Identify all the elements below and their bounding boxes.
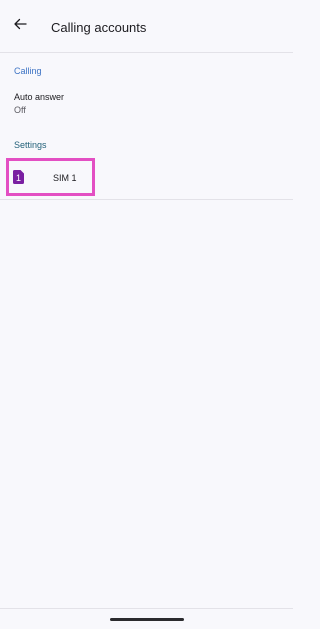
- navigation-bar: [0, 608, 293, 629]
- auto-answer-title: Auto answer: [14, 92, 65, 102]
- auto-answer-preference[interactable]: Auto answer Off: [0, 88, 293, 118]
- sim-card-icon: 1: [13, 170, 24, 184]
- auto-answer-summary: Off: [14, 105, 26, 115]
- section-header-calling: Calling: [14, 66, 42, 76]
- page-title: Calling accounts: [51, 20, 147, 35]
- back-button[interactable]: [8, 12, 32, 36]
- sim-label: SIM 1: [53, 173, 77, 183]
- sim-slot-number: 1: [16, 173, 21, 183]
- arrow-back-icon: [14, 18, 27, 30]
- section-header-settings: Settings: [14, 140, 47, 150]
- sim-1-account-item[interactable]: 1 SIM 1: [0, 157, 293, 200]
- app-bar: Calling accounts: [0, 0, 293, 53]
- gesture-handle[interactable]: [110, 618, 184, 621]
